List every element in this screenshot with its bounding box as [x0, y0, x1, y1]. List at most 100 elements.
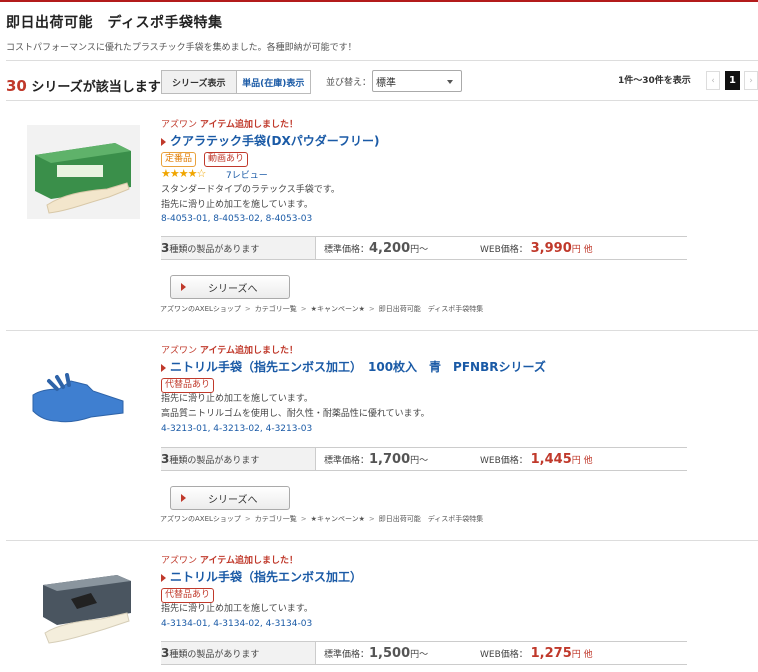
breadcrumb-separator: >	[368, 305, 375, 313]
yen-suffix: 円～	[410, 244, 429, 255]
result-range: 1件～30件を表示	[618, 76, 691, 86]
product-description: スタンダードタイプのラテックス手袋です。 指先に滑り止め加工を施しています。	[161, 183, 340, 213]
breadcrumb-item[interactable]: ★キャンペーン★	[311, 305, 365, 313]
description-line: 指先に滑り止め加工を施しています。	[161, 200, 313, 210]
description-line: スタンダードタイプのラテックス手袋です。	[161, 185, 340, 195]
chevron-down-icon	[447, 80, 453, 84]
product-title-link[interactable]: ニトリル手袋（指先エンボス加工） 100枚入 青 PFNBRシリーズ	[161, 358, 546, 375]
description-line: 高品質ニトリルゴムを使用し、耐久性・耐薬品性に優れています。	[161, 409, 430, 419]
product-title-link[interactable]: クアラテック手袋(DXパウダーフリー)	[161, 132, 379, 149]
price-bar: 3 種類の製品があります 標準価格：1,500円～ WEB価格： 1,275円 他	[161, 641, 687, 665]
arrow-right-icon	[161, 363, 166, 372]
sort-select-value: 標準	[376, 77, 396, 89]
web-price-label: WEB価格：	[480, 244, 528, 255]
page-subtitle: コストパフォーマンスに優れたプラスチック手袋を集めました。各種即納が可能です！	[6, 43, 357, 53]
rating-stars-icon: ★★★★☆	[161, 167, 206, 180]
standard-price-value: 1,500	[369, 645, 411, 661]
page-next-button[interactable]: ›	[744, 71, 758, 90]
variants-count: 3 種類の製品があります	[161, 237, 316, 259]
page-prev-button[interactable]: ‹	[706, 71, 720, 90]
breadcrumb: アズワンのAXELショップ > カテゴリ一覧 > ★キャンペーン★ > 即日出荷可能 ディス…	[160, 304, 483, 314]
view-toggle: シリーズ表示 単品(在庫)表示	[161, 70, 311, 94]
product-codes[interactable]: 8-4053-01, 8-4053-02, 8-4053-03	[161, 214, 312, 224]
badge-alternative[interactable]: 代替品あり	[161, 588, 215, 603]
series-button-label: シリーズへ	[208, 283, 258, 295]
review-count-link[interactable]: 7レビュー	[226, 168, 268, 181]
standard-price-label: 標準価格：	[324, 455, 370, 466]
sort-select[interactable]: 標準	[372, 70, 462, 92]
product-codes[interactable]: 4-3134-01, 4-3134-02, 4-3134-03	[161, 619, 312, 629]
web-price: WEB価格： 3,990円 他	[480, 241, 593, 256]
result-count: 30 シリーズが該当します	[6, 76, 161, 95]
product-title-link[interactable]: ニトリル手袋（指先エンボス加工）	[161, 568, 362, 585]
standard-price-label: 標準価格：	[324, 649, 370, 660]
web-price-label: WEB価格：	[480, 455, 528, 466]
badge-row: 代替品あり	[161, 378, 281, 393]
variants-number: 3	[161, 452, 170, 466]
breadcrumb: アズワンのAXELショップ > カテゴリ一覧 > ★キャンペーン★ > 即日出荷可能 ディス…	[160, 514, 483, 524]
result-count-label: シリーズが該当します	[31, 80, 161, 95]
web-price-value: 1,275	[530, 645, 572, 661]
maker-line: アズワン アイテム追加しました！	[161, 553, 298, 566]
result-count-number: 30	[6, 77, 27, 95]
yen-suffix: 円	[571, 244, 581, 255]
arrow-right-icon	[181, 283, 186, 291]
web-price-label: WEB価格：	[480, 649, 528, 660]
description-line: 指先に滑り止め加工を施しています。	[161, 394, 313, 404]
badge-alternative[interactable]: 代替品あり	[161, 378, 215, 393]
standard-price: 標準価格：1,500円～	[324, 646, 474, 661]
breadcrumb-item[interactable]: カテゴリ一覧	[255, 515, 297, 523]
breadcrumb-item[interactable]: ★キャンペーン★	[311, 515, 365, 523]
maker-line: アズワン アイテム追加しました！	[161, 343, 298, 356]
breadcrumb-item[interactable]: アズワンのAXELショップ	[160, 305, 241, 313]
maker-name: アズワン	[161, 556, 198, 566]
product-title: ニトリル手袋（指先エンボス加工） 100枚入 青 PFNBRシリーズ	[170, 360, 546, 374]
product-title: クアラテック手袋(DXパウダーフリー)	[170, 134, 380, 148]
badge-row: 代替品あり	[161, 588, 281, 603]
breadcrumb-item[interactable]: 即日出荷可能 ディスポ手袋特集	[379, 305, 484, 313]
price-bar: 3 種類の製品があります 標準価格：1,700円～ WEB価格： 1,445円 他	[161, 447, 687, 471]
arrow-right-icon	[161, 137, 166, 146]
page-current[interactable]: 1	[725, 71, 740, 90]
view-series-button[interactable]: シリーズ表示	[162, 71, 237, 93]
badge-row: 定番品 動画あり	[161, 152, 281, 167]
divider	[6, 60, 758, 61]
breadcrumb-item[interactable]: 即日出荷可能 ディスポ手袋特集	[379, 515, 484, 523]
badge-video[interactable]: 動画あり	[204, 152, 249, 167]
standard-price-label: 標準価格：	[324, 244, 370, 255]
standard-price: 標準価格：4,200円～	[324, 241, 474, 256]
breadcrumb-item[interactable]: カテゴリ一覧	[255, 305, 297, 313]
variants-number: 3	[161, 646, 170, 660]
product-image-glove-box-green[interactable]	[27, 125, 140, 219]
yen-suffix: 円	[571, 455, 581, 466]
variants-count: 3 種類の製品があります	[161, 448, 316, 470]
breadcrumb-separator: >	[300, 305, 307, 313]
item-added-notice: アイテム追加しました！	[199, 120, 298, 130]
item-added-notice: アイテム追加しました！	[199, 556, 298, 566]
breadcrumb-separator: >	[244, 305, 251, 313]
series-button[interactable]: シリーズへ	[170, 486, 290, 510]
maker-name: アズワン	[161, 120, 198, 130]
product-image-glove-box-white[interactable]	[27, 563, 140, 657]
product-description: 指先に滑り止め加工を施しています。	[161, 602, 313, 617]
product-codes[interactable]: 4-3213-01, 4-3213-02, 4-3213-03	[161, 424, 312, 434]
web-price: WEB価格： 1,445円 他	[480, 452, 593, 467]
variants-label: 種類の製品があります	[169, 244, 260, 255]
breadcrumb-separator: >	[300, 515, 307, 523]
yen-suffix: 円	[571, 649, 581, 660]
price-bar: 3 種類の製品があります 標準価格：4,200円～ WEB価格： 3,990円 他	[161, 236, 687, 260]
yen-suffix: 円～	[410, 649, 429, 660]
arrow-right-icon	[161, 573, 166, 582]
series-button[interactable]: シリーズへ	[170, 275, 290, 299]
view-single-button[interactable]: 単品(在庫)表示	[237, 71, 311, 93]
product-image-glove-blue[interactable]	[27, 351, 140, 445]
product-description: 指先に滑り止め加工を施しています。高品質ニトリルゴムを使用し、耐久性・耐薬品性に…	[161, 392, 430, 422]
standard-price: 標準価格：1,700円～	[324, 452, 474, 467]
web-price-value: 1,445	[530, 451, 572, 467]
page-title: 即日出荷可能 ディスポ手袋特集	[6, 15, 223, 31]
standard-price-value: 4,200	[369, 240, 411, 256]
product-title: ニトリル手袋（指先エンボス加工）	[170, 570, 363, 584]
breadcrumb-item[interactable]: アズワンのAXELショップ	[160, 515, 241, 523]
standard-price-value: 1,700	[369, 451, 411, 467]
web-price-other: 他	[583, 244, 593, 255]
